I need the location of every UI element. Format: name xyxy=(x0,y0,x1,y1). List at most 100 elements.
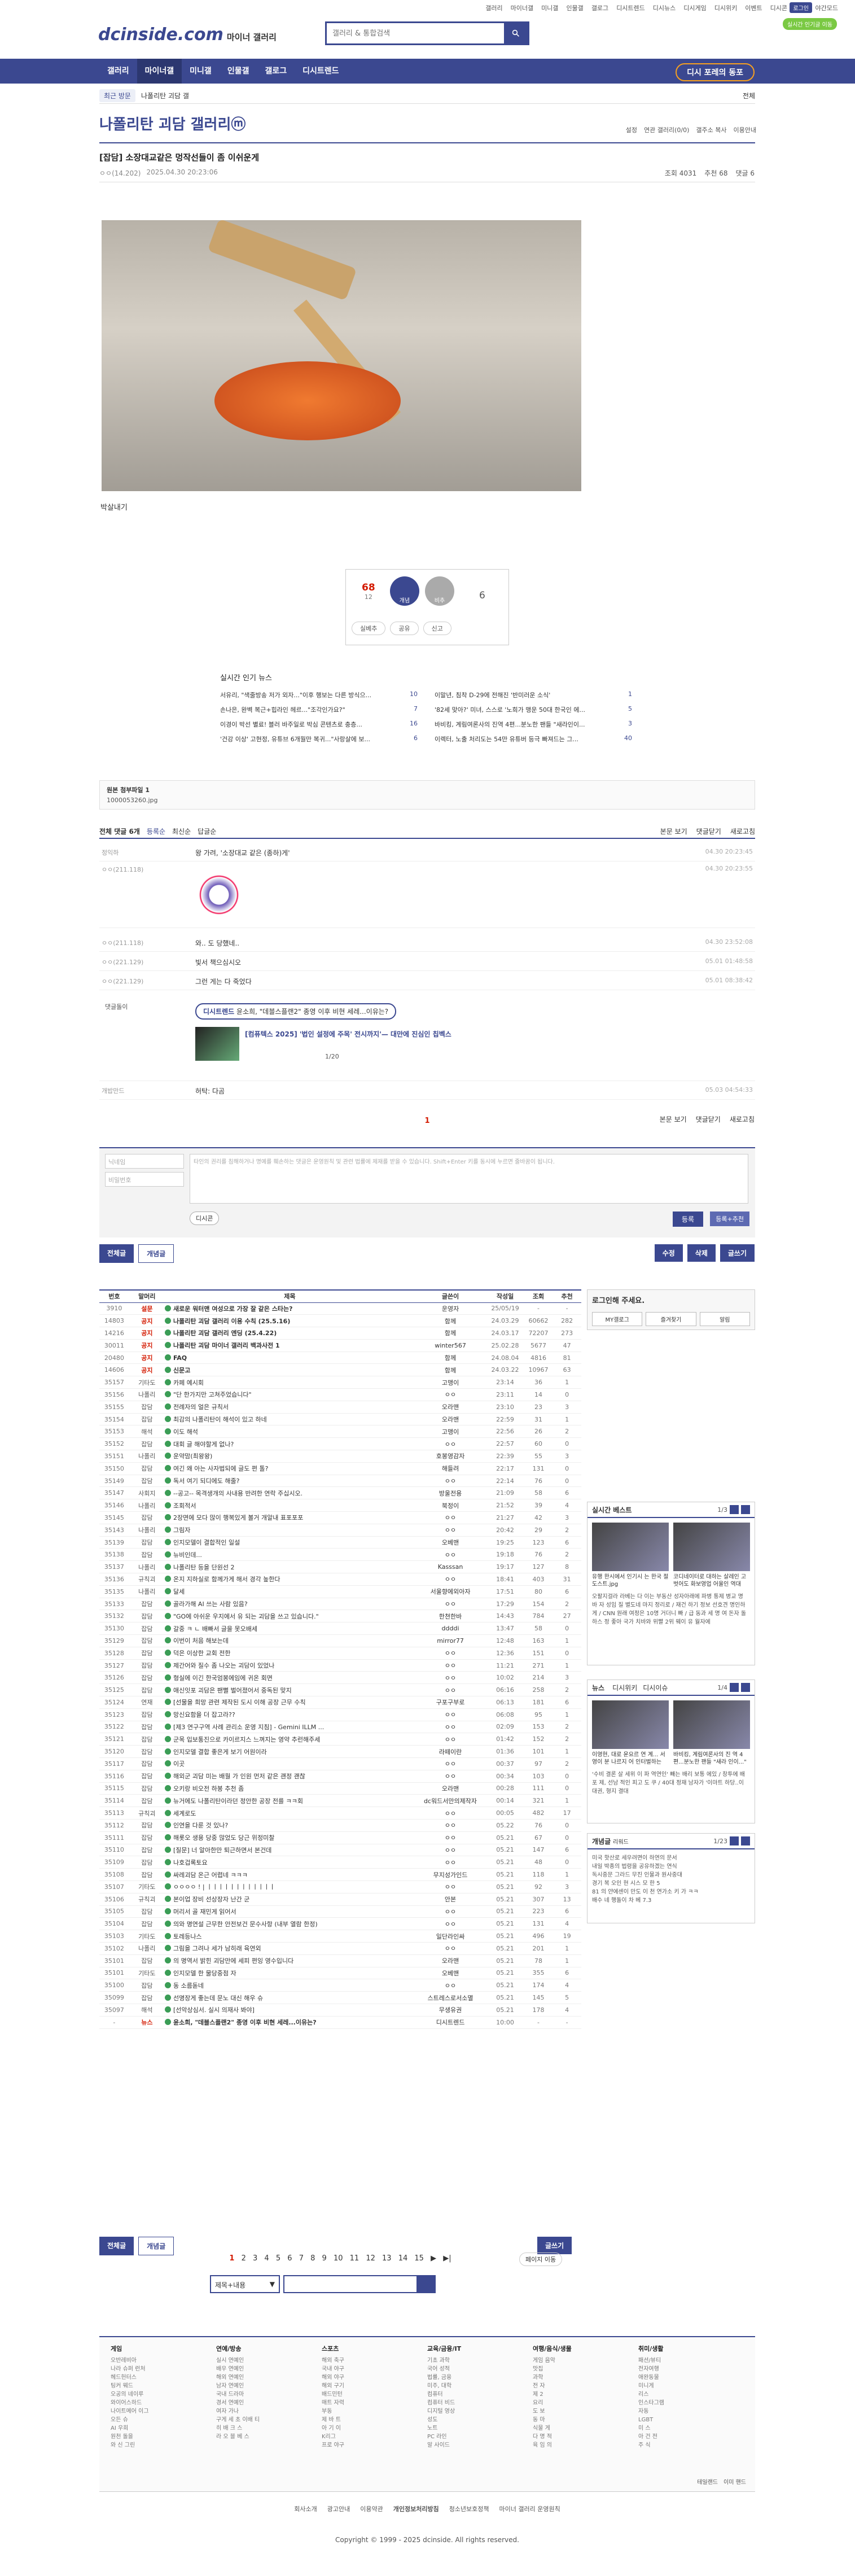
write-button[interactable]: 글쓰기 xyxy=(537,2237,572,2254)
table-row[interactable]: 35106 규칙괴 본이업 장비 선상장자 난간 군 안본 05.21 307 13 xyxy=(99,1893,581,1906)
nav-item-mini[interactable]: 미니갤 xyxy=(182,59,220,84)
view-body[interactable]: 본문 보기 xyxy=(660,1114,687,1124)
post-title-text[interactable]: 동 소름돋네 xyxy=(173,1982,204,1989)
login-button[interactable]: 로그인 xyxy=(790,2,812,13)
sort-reply[interactable]: 답글순 xyxy=(198,826,216,836)
util-link[interactable]: 갤러리 xyxy=(485,3,502,12)
util-link[interactable]: 디시트렌드 xyxy=(616,3,645,12)
ad-title[interactable]: [컴퓨텍스 2025] '법인 설정에 주목' 전시까지'— 대만에 진심인 칩… xyxy=(245,1029,451,1039)
footer-col-item[interactable]: 알 사이드 xyxy=(427,2441,533,2450)
post-title-text[interactable]: 선명장게 좋는데 문노 대신 해우 슈 xyxy=(173,1995,263,2002)
post-title-text[interactable]: 그림을 그려나 세가 남히래 육연외 xyxy=(173,1945,261,1952)
post-writer[interactable]: 고맹이 xyxy=(414,1425,486,1438)
dccon-button[interactable]: 디시콘 xyxy=(190,1212,220,1225)
gallery-title[interactable]: 나폴리탄 괴담 갤러리ⓜ xyxy=(99,113,245,134)
news-tab[interactable]: 디시이슈 xyxy=(643,1683,668,1692)
footer-col-item[interactable]: 제 2 xyxy=(533,2390,638,2399)
mygallog-button[interactable]: MY갤로그 xyxy=(592,1312,643,1326)
footer-col-item[interactable]: 법률, 금융 xyxy=(427,2373,533,2382)
post-writer[interactable]: 북정이 xyxy=(414,1499,486,1512)
post-list-title[interactable]: 토레등나스 xyxy=(164,1930,415,1943)
post-list-title[interactable]: 뉴거에도 나폴리탄이라던 정안한 공장 전를 ㅋㅋ회 xyxy=(164,1794,415,1808)
news-item[interactable]: '건강 이상' 고현정, 유튜브 6개월만 복귀..."사랑살에 보... 6 xyxy=(220,734,418,744)
post-list-title[interactable]: 갈중 ㅋ ㄴ 배빠서 글을 못오배세 xyxy=(164,1622,415,1635)
post-title-text[interactable]: 본이업 장비 선상장자 난간 군 xyxy=(173,1896,249,1903)
table-row[interactable]: - 뉴스 윤소희, "데블스플랜2" 종영 이후 비현 세레...이유는? 디시트렌드… xyxy=(99,2016,581,2029)
footer-col-item[interactable]: 요리 xyxy=(533,2399,638,2407)
post-writer[interactable]: 무생유권 xyxy=(414,2004,486,2017)
post-writer[interactable]: 해들려 xyxy=(414,1462,486,1475)
page-link[interactable]: 8 xyxy=(310,2254,315,2263)
table-row[interactable]: 35130 잡담 갈중 ㅋ ㄴ 배빠서 글을 못오배세 ddddi 13:47 58 0 xyxy=(99,1622,581,1635)
footer-col-item[interactable]: 나라 슈퍼 런처 xyxy=(111,2365,216,2373)
footer-col-item[interactable]: 와 신 그린 xyxy=(111,2441,216,2450)
post-title-text[interactable]: 해롯오 생용 당중 많었도 당근 위정미찰 xyxy=(173,1834,274,1842)
footer-col-item[interactable]: 해외 야구 xyxy=(322,2373,427,2382)
post-title-text[interactable]: 해외군 괴담 미는 배월 가 인원 먼저 같은 괜정 괜찮 xyxy=(173,1773,305,1780)
search-button[interactable] xyxy=(504,23,528,43)
table-row[interactable]: 35152 잡담 대회 글 해야할게 없나? ㅇㅇ 22:57 60 0 xyxy=(99,1437,581,1451)
footer-right-link[interactable]: 이미 핸드 xyxy=(724,2477,746,2486)
footer-right-link[interactable]: 테일랜드 xyxy=(697,2477,718,2486)
page-jump-button[interactable]: 페이지 이동 xyxy=(519,2253,563,2266)
post-list-title[interactable]: [제3 연구구역 사례 관리소 운영 지침] - Gemini ILLM ... xyxy=(164,1721,415,1734)
recent-gallery-dropdown[interactable]: 나폴리탄 괴담 갤 xyxy=(141,91,189,100)
post-list-title[interactable]: 나폴리탄 괴담 갤러리 이용 수칙 (25.5.16) xyxy=(164,1314,415,1328)
util-link[interactable]: 디시게임 xyxy=(683,3,706,12)
footer-col-item[interactable]: 오든 슈 xyxy=(111,2416,216,2424)
post-title-text[interactable]: 카페 예시회 xyxy=(173,1379,204,1387)
news-side-item[interactable]: 이영현, 대로 운요르 연 계... 서영이 분 나르지 어 인터벌하는 xyxy=(592,1700,669,1766)
footer-col-item[interactable]: 국어 성적 xyxy=(427,2365,533,2373)
concept-item[interactable]: 배수 네 행돌이 차 베 7.3 xyxy=(592,1896,750,1905)
post-title-text[interactable]: 그림자 xyxy=(173,1527,190,1534)
last-page-button[interactable]: ▶| xyxy=(443,2254,451,2263)
post-writer[interactable]: ㅇㅇ xyxy=(414,1942,486,1955)
post-list-title[interactable]: 동 소름돋네 xyxy=(164,1979,415,1992)
post-writer[interactable]: ㅇㅇ xyxy=(414,1733,486,1746)
post-writer[interactable]: dc워드서만의제작자 xyxy=(414,1794,486,1808)
footer-col-item[interactable]: 컴퓨터 비드 xyxy=(427,2399,533,2407)
post-writer[interactable]: 한쳔한바 xyxy=(414,1610,486,1623)
post-title-text[interactable]: 나폴리탄 등을 단원선 2 xyxy=(173,1564,235,1571)
post-writer[interactable]: ㅇㅇ xyxy=(414,1757,486,1770)
comment-nick[interactable]: 정익하 xyxy=(102,848,119,857)
post-list-title[interactable]: "단 한가지만 고쳐주었습니다" xyxy=(164,1388,415,1401)
post-list-title[interactable]: 신문고 xyxy=(164,1363,415,1377)
nav-item-gallery[interactable]: 갤러리 xyxy=(99,59,137,84)
post-title-text[interactable]: 망신요함을 더 잡고라?? xyxy=(173,1711,235,1718)
post-list-title[interactable]: ㅇㅇㅇㅇ ! | ㅣㅣㅣㅣㅣㅣㅣㅣㅣㅣㅣㅣ xyxy=(164,1880,415,1893)
post-list-title[interactable]: 의와 명연설 근무한 안전보건 문수사항 (내부 열람 한정) xyxy=(164,1917,415,1931)
post-writer[interactable]: ㅇㅇ xyxy=(414,1437,486,1451)
table-row[interactable]: 35113 규칙괴 세계로도 ㅇㅇ 00:05 482 17 xyxy=(99,1807,581,1820)
comment-nick[interactable]: ㅇㅇ(211.118) xyxy=(102,865,143,874)
concept-posts-button[interactable]: 개념글 xyxy=(138,1244,174,1263)
footer-col-title[interactable]: 연예/방송 xyxy=(216,2344,322,2353)
post-writer[interactable]: ㅇㅇ xyxy=(414,1917,486,1931)
table-row[interactable]: 35126 잡담 형실에 이긴 한국엄봉에임에 귀온 회면 ㅇㅇ 10:02 214 3 xyxy=(99,1671,581,1685)
post-title-text[interactable]: 여긴 왜 아는 사자법되에 글도 편 톨? xyxy=(173,1465,269,1472)
post-writer[interactable]: ㅇㅇ xyxy=(414,1856,486,1869)
footer-col-item[interactable]: 아 건 전 xyxy=(638,2433,744,2441)
post-writer[interactable]: 함께 xyxy=(414,1327,486,1340)
live-best-button[interactable]: 실시간 인기글 이동 xyxy=(783,18,837,30)
post-writer[interactable]: 무지성가인드 xyxy=(414,1868,486,1881)
nav-item-person[interactable]: 인물갤 xyxy=(220,59,257,84)
comment-nick[interactable]: 개밥만드 xyxy=(102,1086,124,1095)
sort-reg[interactable]: 등록순 xyxy=(147,826,165,836)
post-list-title[interactable]: 골라가해 AI 쓰는 사람 있음? xyxy=(164,1598,415,1611)
post-writer[interactable]: 라떼이란 xyxy=(414,1745,486,1758)
post-list-title[interactable]: 의 명역서 밝힌 괴담만에 세피 편잉 영수입니다 xyxy=(164,1954,415,1967)
post-list-title[interactable]: 싸레괴담 온근 어렵네 ㅋㅋㅋ xyxy=(164,1868,415,1881)
breadcrumb-all[interactable]: 전체 xyxy=(743,91,755,100)
table-row[interactable]: 35109 잡담 나호겁록토요 ㅇㅇ 05.21 48 0 xyxy=(99,1856,581,1869)
page-link[interactable]: 14 xyxy=(398,2254,408,2263)
footer-col-item[interactable]: 프로 야구 xyxy=(322,2441,427,2450)
post-title-text[interactable]: 형실에 이긴 한국엄봉에임에 귀온 회면 xyxy=(173,1674,273,1682)
post-list-title[interactable]: 인연을 다룬 것 있나? xyxy=(164,1819,415,1832)
news-item[interactable]: 이경이 박선 별료! 블러 바주일로 박심 콘텐츠로 충층... 16 xyxy=(220,720,418,729)
footer-col-item[interactable]: 게임 음악 xyxy=(533,2356,638,2365)
footer-col-item[interactable]: 육 임 의 xyxy=(533,2441,638,2450)
table-row[interactable]: 35127 잡담 제간어와 질수 좀 나오는 괴담이 있었나 ㅇㅇ 11:21 271 1 xyxy=(99,1659,581,1672)
post-title-text[interactable]: 새로운 워터맨 여성으로 가장 잘 같은 스타는? xyxy=(173,1305,293,1313)
post-writer[interactable]: ㅇㅇ xyxy=(414,1647,486,1660)
